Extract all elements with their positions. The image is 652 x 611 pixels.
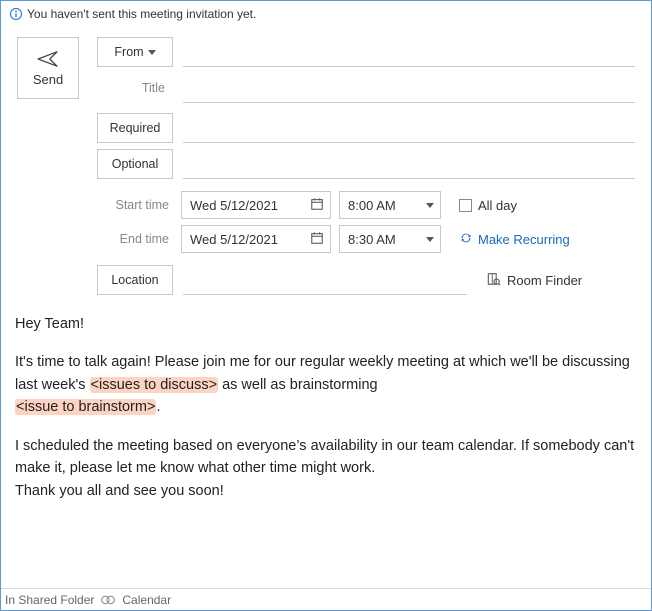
required-input[interactable] (183, 113, 635, 143)
fields-top: From Title (97, 37, 635, 103)
from-button[interactable]: From (97, 37, 173, 67)
shared-folder-icon (100, 593, 116, 607)
info-icon (9, 7, 23, 21)
room-finder-link[interactable]: Room Finder (487, 265, 582, 295)
from-input[interactable] (183, 37, 635, 67)
from-label: From (114, 45, 143, 59)
meeting-header: Send From Title (1, 27, 651, 113)
end-time-label: End time (97, 232, 173, 246)
room-finder-label: Room Finder (507, 273, 582, 288)
end-time-row: End time Wed 5/12/2021 8:30 AM Make Recu… (97, 225, 635, 253)
make-recurring-label: Make Recurring (478, 232, 570, 247)
start-time-picker[interactable]: 8:00 AM (339, 191, 441, 219)
location-row: Location Room Finder (97, 265, 635, 295)
chevron-down-icon (426, 203, 434, 208)
start-date-picker[interactable]: Wed 5/12/2021 (181, 191, 331, 219)
send-label: Send (33, 72, 63, 87)
start-time-row: Start time Wed 5/12/2021 8:00 AM All day (97, 191, 635, 219)
optional-button[interactable]: Optional (97, 149, 173, 179)
info-bar: You haven't sent this meeting invitation… (1, 1, 651, 27)
end-time-picker[interactable]: 8:30 AM (339, 225, 441, 253)
info-text: You haven't sent this meeting invitation… (27, 7, 256, 21)
title-label: Title (97, 73, 173, 103)
message-body[interactable]: Hey Team! It's time to talk again! Pleas… (1, 295, 651, 516)
start-date-value: Wed 5/12/2021 (190, 198, 278, 213)
location-button[interactable]: Location (97, 265, 173, 295)
placeholder-issues: <issues to discuss> (90, 377, 219, 393)
calendar-icon (310, 231, 324, 248)
body-p3: I scheduled the meeting based on everyon… (15, 435, 637, 502)
title-input[interactable] (183, 73, 635, 103)
chevron-down-icon (148, 50, 156, 55)
all-day-toggle[interactable]: All day (459, 198, 517, 213)
location-input[interactable] (183, 265, 467, 295)
status-calendar-label: Calendar (122, 593, 171, 607)
recurring-icon (459, 231, 473, 248)
fields-bottom: Required Optional Start time Wed 5/12/20… (1, 113, 651, 295)
end-time-value: 8:30 AM (348, 232, 396, 247)
start-time-value: 8:00 AM (348, 198, 396, 213)
status-folder-label: In Shared Folder (5, 593, 94, 607)
calendar-icon (310, 197, 324, 214)
all-day-label: All day (478, 198, 517, 213)
start-time-label: Start time (97, 198, 173, 212)
send-button[interactable]: Send (17, 37, 79, 99)
checkbox-icon (459, 199, 472, 212)
body-greeting: Hey Team! (15, 313, 637, 335)
required-button[interactable]: Required (97, 113, 173, 143)
chevron-down-icon (426, 237, 434, 242)
end-date-picker[interactable]: Wed 5/12/2021 (181, 225, 331, 253)
optional-input[interactable] (183, 149, 635, 179)
body-p2: It's time to talk again! Please join me … (15, 351, 637, 418)
send-icon (37, 50, 59, 68)
end-date-value: Wed 5/12/2021 (190, 232, 278, 247)
placeholder-brainstorm: <issue to brainstorm> (15, 399, 156, 415)
make-recurring-link[interactable]: Make Recurring (459, 231, 570, 248)
status-bar: In Shared Folder Calendar (1, 588, 651, 610)
room-finder-icon (487, 272, 501, 289)
